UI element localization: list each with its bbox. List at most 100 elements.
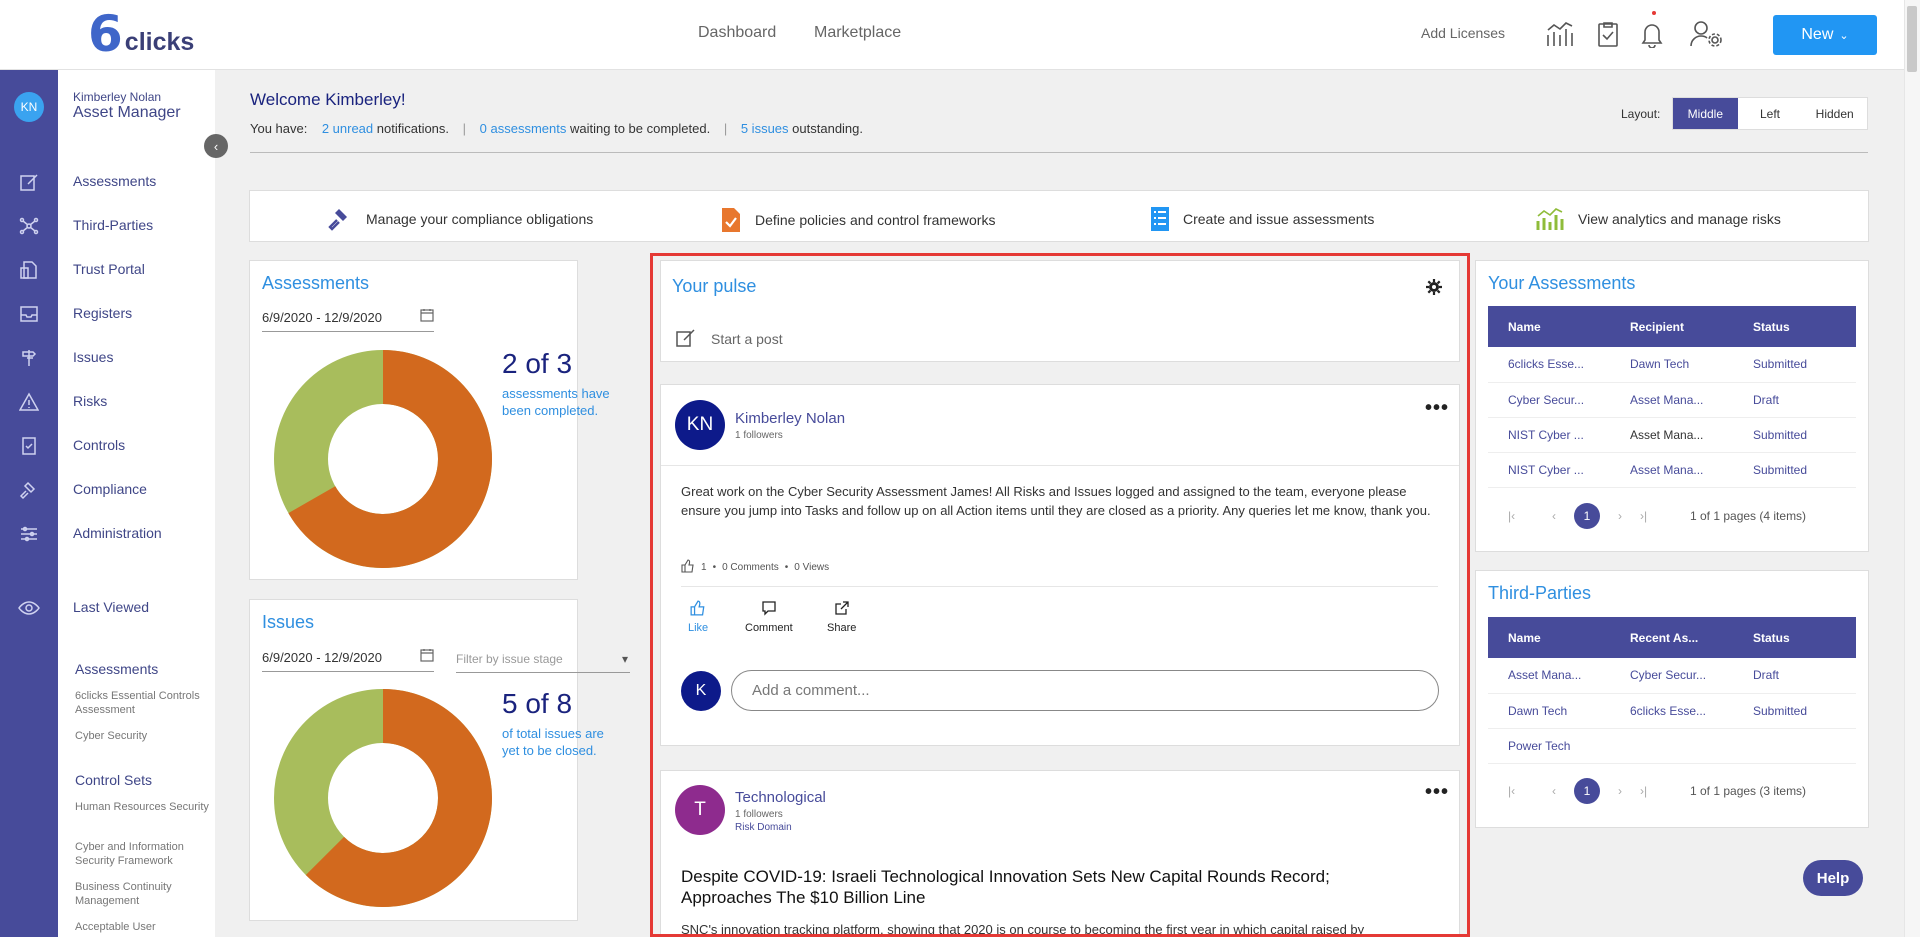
cell-recipient[interactable]: Asset Mana... xyxy=(1610,452,1733,488)
table-row[interactable]: NIST Cyber ... Asset Mana... Submitted xyxy=(1488,417,1856,453)
sidebar-item-compliance[interactable]: Compliance xyxy=(73,481,147,497)
calendar-icon[interactable] xyxy=(420,308,434,325)
next-page-button[interactable]: › xyxy=(1600,784,1640,798)
pending-assessments-link[interactable]: 0 assessments xyxy=(480,121,567,136)
sidebar-item-administration[interactable]: Administration xyxy=(73,525,162,541)
first-page-button[interactable]: |‹ xyxy=(1508,784,1534,798)
help-button[interactable]: Help xyxy=(1803,860,1863,896)
cell-name[interactable]: Dawn Tech xyxy=(1488,693,1610,729)
first-page-button[interactable]: |‹ xyxy=(1508,509,1534,523)
column-header[interactable]: Status xyxy=(1733,617,1856,658)
page-number[interactable]: 1 xyxy=(1574,503,1600,529)
more-options-icon[interactable]: ••• xyxy=(1425,397,1449,420)
start-post-button[interactable]: Start a post xyxy=(711,331,783,347)
add-licenses-link[interactable]: Add Licenses xyxy=(1421,25,1505,41)
column-header[interactable]: Status xyxy=(1733,306,1856,347)
comment-button[interactable]: Comment xyxy=(745,600,793,634)
post-author-avatar[interactable]: KN xyxy=(675,400,725,450)
user-avatar[interactable]: KN xyxy=(14,92,44,122)
cell-recent[interactable] xyxy=(1610,728,1733,764)
warning-icon[interactable] xyxy=(17,390,41,414)
recent-item[interactable]: Cyber Security xyxy=(75,729,210,743)
assessments-date-range[interactable]: 6/9/2020 - 12/9/2020 xyxy=(262,308,434,332)
page-scrollbar[interactable] xyxy=(1904,0,1920,937)
nav-dashboard[interactable]: Dashboard xyxy=(698,24,776,42)
inbox-icon[interactable] xyxy=(17,302,41,326)
sidebar-item-assessments[interactable]: Assessments xyxy=(73,173,156,189)
recent-item[interactable]: 6clicks Essential Controls Assessment xyxy=(75,689,210,717)
cell-name[interactable]: Asset Mana... xyxy=(1488,658,1610,694)
column-header[interactable]: Recent As... xyxy=(1610,617,1733,658)
post-headline[interactable]: Despite COVID-19: Israeli Technological … xyxy=(681,866,1401,908)
column-header[interactable]: Recipient xyxy=(1610,306,1733,347)
issues-date-range[interactable]: 6/9/2020 - 12/9/2020 xyxy=(262,648,434,672)
recent-item[interactable]: Business Continuity Management xyxy=(75,880,210,908)
cell-recipient[interactable]: Asset Mana... xyxy=(1610,382,1733,418)
gavel-icon[interactable] xyxy=(17,478,41,502)
bell-icon[interactable] xyxy=(1636,18,1668,50)
layout-option-left[interactable]: Left xyxy=(1738,98,1803,129)
feature-assessments[interactable]: Create and issue assessments xyxy=(1151,207,1374,231)
sidebar-item-third-parties[interactable]: Third-Parties xyxy=(73,217,153,233)
app-logo[interactable]: 6 clicks xyxy=(88,9,194,59)
outstanding-issues-link[interactable]: 5 issues xyxy=(741,121,789,136)
user-settings-icon[interactable] xyxy=(1688,18,1724,50)
sidebar-item-issues[interactable]: Issues xyxy=(73,349,113,365)
column-header[interactable]: Name xyxy=(1488,306,1610,347)
table-row[interactable]: 6clicks Esse... Dawn Tech Submitted xyxy=(1488,347,1856,383)
feature-analytics[interactable]: View analytics and manage risks xyxy=(1536,207,1781,231)
sidebar-item-risks[interactable]: Risks xyxy=(73,393,107,409)
post-domain[interactable]: Risk Domain xyxy=(735,822,792,833)
sidebar-item-registers[interactable]: Registers xyxy=(73,305,132,321)
document-share-icon[interactable] xyxy=(17,258,41,282)
feature-compliance[interactable]: Manage your compliance obligations xyxy=(328,207,593,231)
share-button[interactable]: Share xyxy=(827,600,856,634)
calendar-icon[interactable] xyxy=(420,648,434,665)
last-page-button[interactable]: ›| xyxy=(1640,509,1666,523)
edit-icon[interactable] xyxy=(676,329,696,350)
sliders-icon[interactable] xyxy=(17,522,41,546)
column-header[interactable]: Name xyxy=(1488,617,1610,658)
more-options-icon[interactable]: ••• xyxy=(1425,781,1449,804)
cell-name[interactable]: NIST Cyber ... xyxy=(1488,417,1610,453)
post-author-avatar[interactable]: T xyxy=(675,785,725,835)
gear-icon[interactable] xyxy=(1426,279,1442,298)
recent-item[interactable]: Cyber and Information Security Framework xyxy=(75,840,210,868)
table-row[interactable]: NIST Cyber ... Asset Mana... Submitted xyxy=(1488,452,1856,488)
sidebar-item-trust-portal[interactable]: Trust Portal xyxy=(73,261,145,277)
nav-marketplace[interactable]: Marketplace xyxy=(814,24,901,42)
clipboard-check-icon[interactable] xyxy=(1592,18,1624,50)
cell-recipient[interactable]: Dawn Tech xyxy=(1610,347,1733,383)
scrollbar-thumb[interactable] xyxy=(1907,6,1917,72)
network-icon[interactable] xyxy=(17,214,41,238)
next-page-button[interactable]: › xyxy=(1600,509,1640,523)
cell-name[interactable]: 6clicks Esse... xyxy=(1488,347,1610,383)
cell-name[interactable]: Cyber Secur... xyxy=(1488,382,1610,418)
eye-icon[interactable] xyxy=(17,596,41,620)
like-button[interactable]: Like xyxy=(688,600,708,634)
edit-icon[interactable] xyxy=(17,170,41,194)
cell-name[interactable]: NIST Cyber ... xyxy=(1488,452,1610,488)
comment-input[interactable]: Add a comment... xyxy=(731,670,1439,711)
table-row[interactable]: Power Tech xyxy=(1488,728,1856,764)
page-number[interactable]: 1 xyxy=(1574,778,1600,804)
table-row[interactable]: Asset Mana... Cyber Secur... Draft xyxy=(1488,658,1856,694)
layout-option-hidden[interactable]: Hidden xyxy=(1802,98,1867,129)
layout-option-middle[interactable]: Middle xyxy=(1673,98,1738,129)
recent-item[interactable]: Acceptable User xyxy=(75,920,210,934)
prev-page-button[interactable]: ‹ xyxy=(1534,784,1574,798)
cell-name[interactable]: Power Tech xyxy=(1488,728,1610,764)
unread-notifications-link[interactable]: 2 unread xyxy=(322,121,373,136)
analytics-icon[interactable] xyxy=(1544,18,1576,50)
post-author-name[interactable]: Technological xyxy=(735,789,826,806)
feature-policies[interactable]: Define policies and control frameworks xyxy=(721,207,995,233)
last-page-button[interactable]: ›| xyxy=(1640,784,1666,798)
sidebar-item-controls[interactable]: Controls xyxy=(73,437,125,453)
table-row[interactable]: Dawn Tech 6clicks Esse... Submitted xyxy=(1488,693,1856,729)
cell-recent[interactable]: Cyber Secur... xyxy=(1610,658,1733,694)
new-button[interactable]: New ⌄ xyxy=(1773,15,1877,55)
chevron-left-icon[interactable]: ‹ xyxy=(204,134,228,158)
sidebar-item-last-viewed[interactable]: Last Viewed xyxy=(73,599,149,615)
prev-page-button[interactable]: ‹ xyxy=(1534,509,1574,523)
table-row[interactable]: Cyber Secur... Asset Mana... Draft xyxy=(1488,382,1856,418)
